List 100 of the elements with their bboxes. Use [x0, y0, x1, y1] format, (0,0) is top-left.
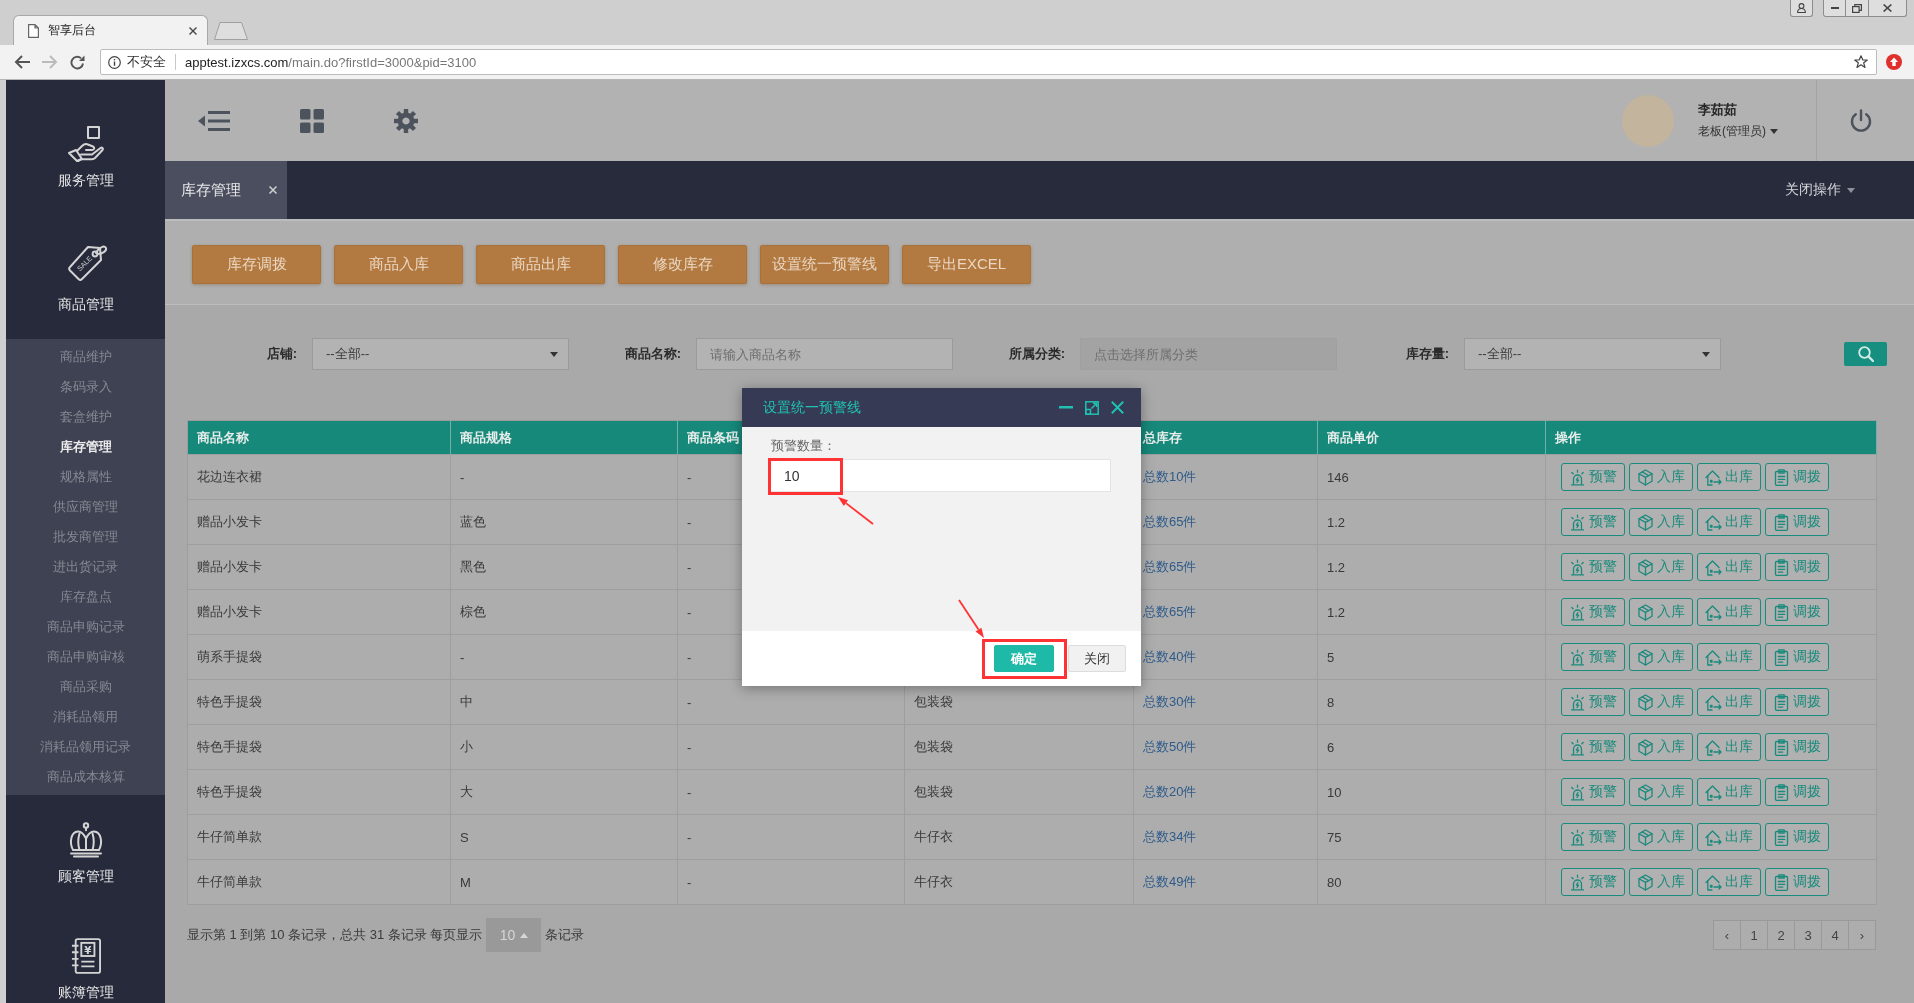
action-button[interactable]: 入库 — [1629, 868, 1693, 896]
sidebar-menu-item[interactable]: 商品管理 — [57, 296, 114, 312]
submenu-item[interactable]: 消耗品领用 — [6, 702, 165, 732]
submenu-item[interactable]: 库存管理 — [6, 432, 165, 462]
action-button[interactable]: 调拨 — [1765, 868, 1829, 896]
action-button[interactable]: 出库 — [1697, 688, 1761, 716]
action-button[interactable]: 调拨 — [1765, 463, 1829, 491]
action-button[interactable]: 入库 — [1629, 598, 1693, 626]
select-field[interactable]: --全部-- — [312, 338, 569, 370]
submenu-item[interactable]: 供应商管理 — [6, 492, 165, 522]
sidebar-menu-item[interactable]: 顾客管理 — [57, 868, 114, 884]
close-operations-menu[interactable]: 关闭操作 — [1785, 161, 1914, 219]
action-button[interactable]: 预警 — [1561, 553, 1625, 581]
page-tab[interactable]: 库存管理 — [165, 161, 287, 219]
submenu-item[interactable]: 商品成本核算 — [6, 762, 165, 792]
close-icon[interactable] — [189, 26, 197, 35]
page-button[interactable]: 4 — [1821, 920, 1849, 950]
toolbar-button[interactable]: 修改库存 — [618, 245, 747, 284]
submenu-item[interactable]: 进出货记录 — [6, 552, 165, 582]
stock-total-link[interactable]: 总数65件 — [1143, 604, 1197, 619]
action-button[interactable]: 调拨 — [1765, 643, 1829, 671]
page-button[interactable]: 3 — [1794, 920, 1822, 950]
action-button[interactable]: 预警 — [1561, 463, 1625, 491]
action-button[interactable]: 预警 — [1561, 643, 1625, 671]
action-button[interactable]: 入库 — [1629, 643, 1693, 671]
submenu-item[interactable]: 套盒维护 — [6, 402, 165, 432]
url-field[interactable]: 不安全 apptest.izxcs.com/main.do?firstId=3000&pid=3100 — [100, 49, 1877, 75]
previous-page-button[interactable]: ‹ — [1713, 920, 1741, 950]
submenu-item[interactable]: 消耗品领用记录 — [6, 732, 165, 762]
page-button[interactable]: 1 — [1740, 920, 1768, 950]
action-button[interactable]: 出库 — [1697, 868, 1761, 896]
action-button[interactable]: 出库 — [1697, 598, 1761, 626]
action-button[interactable]: 入库 — [1629, 823, 1693, 851]
action-button[interactable]: 出库 — [1697, 553, 1761, 581]
action-button[interactable]: 入库 — [1629, 463, 1693, 491]
hand-box-icon[interactable] — [66, 126, 105, 162]
user-role[interactable]: 老板(管理员) — [1698, 123, 1766, 140]
action-button[interactable]: 出库 — [1697, 463, 1761, 491]
action-button[interactable]: 入库 — [1629, 733, 1693, 761]
browser-tab[interactable]: 智享后台 — [13, 15, 208, 45]
submenu-item[interactable]: 库存盘点 — [6, 582, 165, 612]
stock-total-link[interactable]: 总数30件 — [1143, 694, 1197, 709]
action-button[interactable]: 预警 — [1561, 823, 1625, 851]
input-field[interactable]: 10 — [769, 459, 1111, 492]
sidebar-menu-item[interactable]: 账簿管理 — [57, 984, 114, 1000]
action-button[interactable]: 出库 — [1697, 778, 1761, 806]
input-field[interactable]: 请输入商品名称 — [696, 338, 953, 370]
caret-icon[interactable] — [1770, 129, 1778, 134]
star-icon[interactable] — [1854, 55, 1868, 69]
sidebar-menu-item[interactable]: 服务管理 — [57, 172, 114, 188]
submenu-item[interactable]: 商品采购 — [6, 672, 165, 702]
confirm-button[interactable]: 确定 — [994, 645, 1054, 672]
action-button[interactable]: 调拨 — [1765, 508, 1829, 536]
stock-total-link[interactable]: 总数65件 — [1143, 559, 1197, 574]
action-button[interactable]: 入库 — [1629, 688, 1693, 716]
action-button[interactable]: 入库 — [1629, 778, 1693, 806]
stock-total-link[interactable]: 总数49件 — [1143, 874, 1197, 889]
back-icon[interactable] — [14, 55, 30, 69]
page-button[interactable]: 2 — [1767, 920, 1795, 950]
stock-total-link[interactable]: 总数40件 — [1143, 649, 1197, 664]
action-button[interactable]: 出库 — [1697, 643, 1761, 671]
toolbar-button[interactable]: 库存调拨 — [192, 245, 321, 284]
submenu-item[interactable]: 条码录入 — [6, 372, 165, 402]
action-button[interactable]: 调拨 — [1765, 688, 1829, 716]
action-button[interactable]: 调拨 — [1765, 598, 1829, 626]
action-button[interactable]: 出库 — [1697, 823, 1761, 851]
grid-icon[interactable] — [300, 108, 324, 133]
power-icon[interactable] — [1848, 108, 1873, 133]
close-icon[interactable] — [1111, 401, 1124, 414]
action-button[interactable]: 出库 — [1697, 508, 1761, 536]
stock-total-link[interactable]: 总数50件 — [1143, 739, 1197, 754]
close-window-button[interactable] — [1869, 0, 1907, 17]
action-button[interactable]: 调拨 — [1765, 823, 1829, 851]
minimize-button[interactable] — [1823, 0, 1846, 17]
action-button[interactable]: 调拨 — [1765, 778, 1829, 806]
submenu-item[interactable]: 规格属性 — [6, 462, 165, 492]
action-button[interactable]: 预警 — [1561, 688, 1625, 716]
action-button[interactable]: 调拨 — [1765, 733, 1829, 761]
settings-icon[interactable] — [394, 108, 418, 133]
toolbar-button[interactable]: 导出EXCEL — [902, 245, 1031, 284]
profile-button[interactable] — [1790, 0, 1813, 17]
stock-total-link[interactable]: 总数65件 — [1143, 514, 1197, 529]
maximize-icon[interactable] — [1085, 400, 1099, 415]
action-button[interactable]: 预警 — [1561, 508, 1625, 536]
action-button[interactable]: 预警 — [1561, 598, 1625, 626]
toolbar-button[interactable]: 商品出库 — [476, 245, 605, 284]
crown-icon[interactable] — [67, 822, 104, 858]
submenu-item[interactable]: 商品申购记录 — [6, 612, 165, 642]
stock-total-link[interactable]: 总数10件 — [1143, 469, 1197, 484]
toolbar-button[interactable]: 设置统一预警线 — [760, 245, 889, 284]
info-icon[interactable] — [108, 55, 121, 69]
action-button[interactable]: 预警 — [1561, 733, 1625, 761]
select-field[interactable]: --全部-- — [1464, 338, 1721, 370]
maximize-button[interactable] — [1846, 0, 1869, 17]
action-button[interactable]: 调拨 — [1765, 553, 1829, 581]
reload-icon[interactable] — [70, 54, 85, 70]
search-button[interactable] — [1844, 342, 1887, 366]
menu-icon[interactable] — [198, 109, 230, 132]
action-button[interactable]: 入库 — [1629, 553, 1693, 581]
close-button[interactable]: 关闭 — [1068, 645, 1126, 672]
